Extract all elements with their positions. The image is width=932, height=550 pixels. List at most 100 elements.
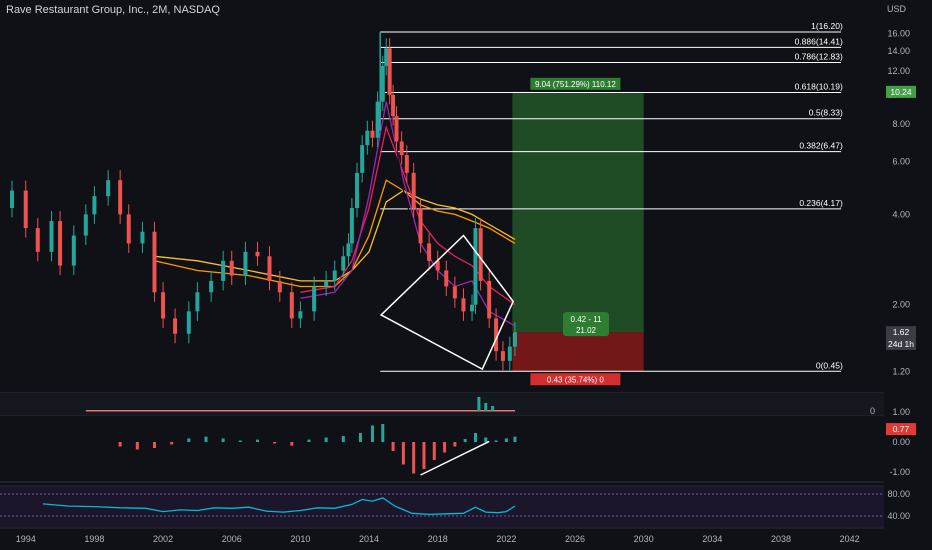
volume-bar	[484, 403, 488, 411]
candle-body	[360, 145, 365, 173]
x-tick-label: 1998	[84, 534, 104, 544]
fib-label: 0.786(12.83)	[795, 51, 843, 61]
price-badge-label: 24d 1h	[888, 339, 914, 349]
candle-body	[186, 311, 191, 334]
x-tick-label: 2018	[428, 534, 448, 544]
rsi-tick-label: 80.00	[887, 489, 910, 499]
candle-body	[391, 94, 396, 117]
candle-body	[341, 256, 346, 271]
candle-body	[312, 286, 317, 312]
price-tick-label: 8.00	[892, 119, 910, 129]
candle-body	[444, 270, 449, 287]
candle-body	[418, 207, 423, 244]
candle-body	[10, 190, 15, 208]
candle-body	[470, 304, 475, 312]
candle-body	[387, 48, 392, 95]
candle-body	[140, 231, 145, 244]
target-label: 9.04 (751.29%) 110.12	[535, 80, 616, 89]
candle-body	[92, 196, 97, 215]
chart-canvas[interactable]: 16.0014.0012.0010.008.006.004.002.001.20…	[0, 0, 932, 550]
fib-label: 0.886(14.41)	[795, 36, 843, 46]
candle-body	[152, 231, 157, 293]
candle-body	[221, 260, 226, 281]
candle-body	[349, 207, 354, 244]
candle-body	[452, 286, 457, 299]
price-tick-label: 2.00	[892, 300, 910, 310]
macd-tick-label: -1.00	[889, 467, 910, 477]
candle-body	[473, 228, 478, 305]
volume-bar	[477, 397, 481, 411]
x-tick-label: 2030	[634, 534, 654, 544]
volume-baseline	[85, 410, 515, 412]
ma-line-purple	[300, 101, 516, 327]
macd-tick-label: 1.00	[892, 407, 910, 417]
candle-body	[58, 221, 63, 266]
candle-body	[500, 351, 505, 361]
fib-label: 0.5(8.33)	[809, 108, 843, 118]
x-tick-label: 2010	[290, 534, 310, 544]
candle-body	[380, 65, 385, 102]
candle-body	[106, 180, 111, 197]
macd-tick-label: 0.00	[892, 437, 910, 447]
candle-body	[370, 130, 375, 138]
fib-label: 0(0.45)	[816, 360, 843, 370]
profit-zone	[512, 91, 644, 333]
candle-body	[209, 280, 214, 293]
candle-body	[394, 116, 399, 142]
candle-body	[35, 228, 40, 252]
ratio-label-2: 21.02	[576, 326, 597, 335]
ma-line-pink	[300, 124, 516, 306]
candle-body	[427, 243, 432, 261]
candle-body	[83, 214, 88, 236]
candle-body	[118, 180, 123, 215]
candle-body	[404, 155, 409, 173]
volume-bar	[491, 406, 495, 411]
x-tick-label: 2034	[702, 534, 722, 544]
x-tick-label: 2002	[153, 534, 173, 544]
price-tick-label: 14.00	[887, 46, 910, 56]
x-tick-label: 1994	[16, 534, 36, 544]
diamond-pattern	[379, 234, 515, 371]
candle-body	[512, 332, 517, 347]
candle-body	[375, 101, 380, 138]
candle-body	[298, 311, 303, 319]
candle-body	[355, 172, 360, 208]
candle-body	[384, 48, 389, 66]
price-tick-label: 12.00	[887, 66, 910, 76]
candle-body	[411, 172, 416, 208]
candle-body	[23, 190, 28, 229]
price-badge-label: 0.77	[893, 424, 910, 434]
candle-body	[277, 280, 282, 293]
price-tick-label: 1.20	[892, 366, 910, 376]
candle-body	[173, 318, 178, 334]
candle-body	[346, 243, 351, 257]
volume-tick: 0	[870, 406, 875, 416]
fib-label: 0.618(10.19)	[795, 81, 843, 91]
candle-body	[161, 292, 166, 319]
candle-body	[289, 292, 294, 319]
price-tick-label: 16.00	[887, 29, 910, 39]
fib-label: 0.382(6.47)	[799, 141, 843, 151]
fib-label: 0.236(4.17)	[799, 198, 843, 208]
candle-body	[229, 260, 234, 276]
candle-body	[399, 141, 404, 156]
rsi-tick-label: 40.00	[887, 511, 910, 521]
x-tick-label: 2038	[771, 534, 791, 544]
stop-label: 0.43 (35.74%) 0	[547, 375, 604, 384]
fib-label: 1(16.20)	[811, 21, 843, 31]
candle-body	[478, 228, 483, 281]
candle-body	[332, 270, 337, 281]
candle-body	[71, 235, 76, 266]
price-badge-label: 1.62	[893, 327, 910, 337]
price-badge-label: 10.24	[890, 87, 912, 97]
candle-body	[324, 280, 329, 287]
x-tick-label: 2042	[840, 534, 860, 544]
candle-body	[49, 221, 54, 252]
loss-zone	[512, 332, 644, 372]
price-tick-label: 4.00	[892, 209, 910, 219]
candle-body	[243, 251, 248, 276]
ratio-label-1: 0.42 - 11	[571, 315, 603, 324]
candle-body	[267, 256, 272, 281]
candle-body	[195, 292, 200, 312]
candle-body	[255, 251, 260, 257]
